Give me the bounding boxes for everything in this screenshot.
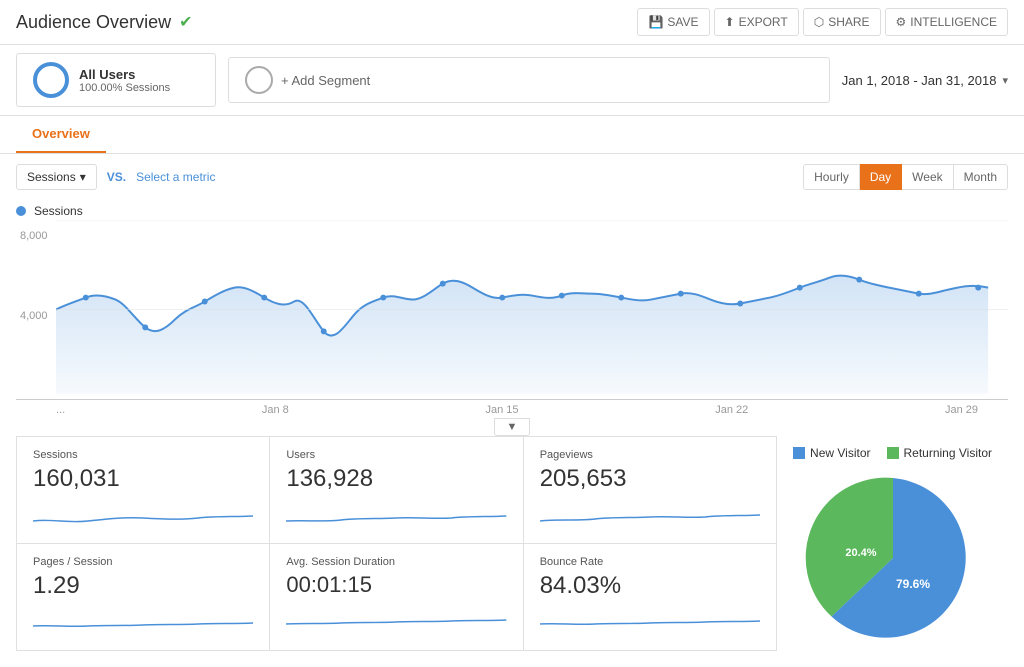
stat-bounce-rate-label: Bounce Rate (540, 556, 760, 568)
stat-avg-session-sparkline (286, 606, 506, 636)
check-icon: ✔ (179, 12, 192, 32)
metric-select[interactable]: Sessions ▾ (16, 164, 97, 190)
stat-pageviews-value: 205,653 (540, 465, 760, 493)
date-range-dropdown-icon: ▾ (1002, 74, 1008, 87)
stat-pageviews-sparkline (540, 501, 760, 531)
stat-sessions-label: Sessions (33, 449, 253, 461)
legend-dot (16, 206, 26, 216)
header-actions: 💾 SAVE ⬆ EXPORT ⬡ SHARE ⚙ INTELLIGENCE (637, 8, 1008, 36)
segment-circle (33, 62, 69, 98)
new-visitor-legend-label: New Visitor (810, 446, 870, 460)
save-icon: 💾 (648, 15, 663, 29)
returning-visitor-legend-label: Returning Visitor (904, 446, 993, 460)
returning-visitor-legend-icon (887, 447, 899, 459)
date-range-label: Jan 1, 2018 - Jan 31, 2018 (842, 73, 997, 88)
stat-pageviews: Pageviews 205,653 (524, 437, 777, 544)
all-users-segment[interactable]: All Users 100.00% Sessions (16, 53, 216, 107)
time-btn-day[interactable]: Day (860, 164, 902, 190)
stat-users: Users 136,928 (270, 437, 523, 544)
stat-avg-session-value: 00:01:15 (286, 572, 506, 598)
tab-bar: Overview (0, 116, 1024, 154)
header-title: Audience Overview ✔ (16, 12, 192, 33)
stat-avg-session-label: Avg. Session Duration (286, 556, 506, 568)
stat-pages-session-sparkline (33, 608, 253, 638)
toolbar: Sessions ▾ VS. Select a metric Hourly Da… (0, 154, 1024, 200)
share-icon: ⬡ (814, 15, 824, 29)
bottom-section: Sessions 160,031 Users 136,928 Pag (0, 436, 1024, 667)
pie-chart-svg: 79.6% 20.4% (803, 468, 983, 648)
segment-bar: All Users 100.00% Sessions + Add Segment… (0, 45, 1024, 116)
select-metric-link[interactable]: Select a metric (136, 170, 215, 184)
toolbar-left: Sessions ▾ VS. Select a metric (16, 164, 215, 190)
new-visitor-legend-icon (793, 447, 805, 459)
time-btn-hourly[interactable]: Hourly (803, 164, 860, 190)
stat-pageviews-label: Pageviews (540, 449, 760, 461)
chart-expand-button[interactable]: ▼ (494, 418, 531, 436)
stat-pages-session-value: 1.29 (33, 572, 253, 600)
chart-area: Sessions 8,000 4,000 (0, 200, 1024, 436)
x-label-4: Jan 29 (945, 404, 978, 416)
x-label-3: Jan 22 (715, 404, 748, 416)
x-label-0: ... (56, 404, 65, 416)
vs-label: VS. (107, 170, 126, 184)
stat-bounce-rate: Bounce Rate 84.03% (524, 544, 777, 651)
time-btn-month[interactable]: Month (954, 164, 1008, 190)
legend-label: Sessions (34, 204, 83, 218)
chart-container: 8,000 4,000 (16, 220, 1008, 400)
stat-pages-session: Pages / Session 1.29 (17, 544, 270, 651)
segment-name: All Users (79, 67, 170, 82)
add-segment-button[interactable]: + Add Segment (228, 57, 830, 103)
export-button[interactable]: ⬆ EXPORT (714, 8, 799, 36)
export-icon: ⬆ (725, 15, 735, 29)
stat-bounce-rate-sparkline (540, 608, 760, 638)
time-btn-week[interactable]: Week (902, 164, 953, 190)
metric-dropdown-icon: ▾ (80, 170, 86, 184)
svg-text:79.6%: 79.6% (896, 577, 930, 591)
add-segment-label: + Add Segment (281, 73, 370, 88)
pie-legend: New Visitor Returning Visitor (793, 446, 992, 460)
intelligence-icon: ⚙ (896, 15, 907, 29)
pie-chart-area: New Visitor Returning Visitor 79.6% 20.4… (777, 436, 1008, 651)
stat-users-sparkline (286, 501, 506, 531)
stat-sessions-value: 160,031 (33, 465, 253, 493)
x-axis: ... Jan 8 Jan 15 Jan 22 Jan 29 (16, 400, 1008, 416)
page-title: Audience Overview (16, 12, 171, 33)
intelligence-button[interactable]: ⚙ INTELLIGENCE (885, 8, 1008, 36)
stat-sessions-sparkline (33, 501, 253, 531)
svg-text:20.4%: 20.4% (845, 547, 876, 559)
y-axis-4000: 4,000 (20, 310, 48, 322)
y-axis-8000: 8,000 (20, 230, 48, 242)
pie-legend-returning: Returning Visitor (887, 446, 993, 460)
stat-bounce-rate-value: 84.03% (540, 572, 760, 600)
stat-pages-session-label: Pages / Session (33, 556, 253, 568)
x-label-2: Jan 15 (486, 404, 519, 416)
save-button[interactable]: 💾 SAVE (637, 8, 709, 36)
date-range-picker[interactable]: Jan 1, 2018 - Jan 31, 2018 ▾ (842, 73, 1008, 88)
tab-overview[interactable]: Overview (16, 116, 106, 153)
chart-expand: ▼ (16, 418, 1008, 436)
segment-info: All Users 100.00% Sessions (79, 67, 170, 94)
pie-legend-new: New Visitor (793, 446, 870, 460)
metric-label: Sessions (27, 170, 76, 184)
x-label-1: Jan 8 (262, 404, 289, 416)
stats-block: Sessions 160,031 Users 136,928 Pag (16, 436, 777, 651)
add-segment-circle (245, 66, 273, 94)
segment-sub: 100.00% Sessions (79, 82, 170, 94)
stats-grid-row1: Sessions 160,031 Users 136,928 Pag (16, 436, 777, 651)
chart-svg (56, 220, 1008, 399)
header: Audience Overview ✔ 💾 SAVE ⬆ EXPORT ⬡ SH… (0, 0, 1024, 45)
stat-users-value: 136,928 (286, 465, 506, 493)
stat-users-label: Users (286, 449, 506, 461)
share-button[interactable]: ⬡ SHARE (803, 8, 881, 36)
time-buttons: Hourly Day Week Month (803, 164, 1008, 190)
chart-legend: Sessions (16, 200, 1008, 220)
stat-avg-session: Avg. Session Duration 00:01:15 (270, 544, 523, 651)
stat-sessions: Sessions 160,031 (17, 437, 270, 544)
